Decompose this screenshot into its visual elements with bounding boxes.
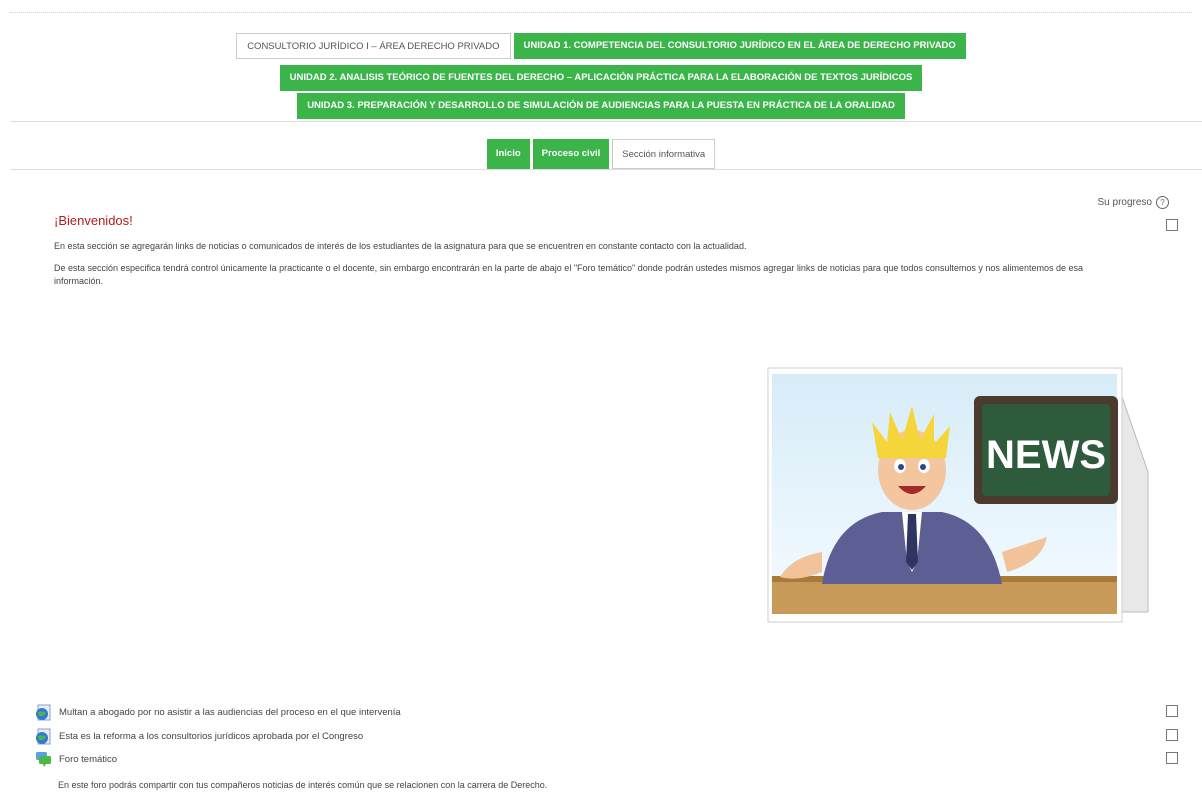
activity-news-1[interactable]: Multan a abogado por no asistir a las au… (35, 704, 401, 721)
tab-proceso-civil[interactable]: Proceso civil (532, 139, 610, 169)
activity-completion-checkbox[interactable] (1166, 705, 1178, 717)
forum-icon (36, 752, 51, 767)
tab-unidad-2[interactable]: UNIDAD 2. ANALISIS TEÓRICO DE FUENTES DE… (279, 65, 923, 91)
course-tabs-row-3: UNIDAD 3. PREPARACIÓN Y DESARROLLO DE SI… (0, 93, 1202, 119)
activity-label[interactable]: Esta es la reforma a los consultorios ju… (59, 731, 363, 742)
tabs-divider (10, 121, 1202, 122)
tab-inicio[interactable]: Inicio (486, 139, 530, 169)
news-screen-text: NEWS (986, 433, 1106, 477)
section-tabs: Inicio Proceso civil Sección informativa (0, 139, 1202, 169)
section-divider (10, 169, 1202, 170)
forum-description: En este foro podrás compartir con tus co… (58, 780, 548, 790)
tab-seccion-informativa[interactable]: Sección informativa (612, 139, 716, 169)
section-title: ¡Bienvenidos! (54, 213, 133, 228)
news-anchor-image: NEWS (767, 367, 1149, 623)
url-resource-icon (36, 704, 51, 721)
course-tabs-row-2: UNIDAD 2. ANALISIS TEÓRICO DE FUENTES DE… (0, 65, 1202, 91)
activity-forum[interactable]: Foro temático (35, 751, 117, 768)
url-resource-icon (36, 728, 51, 745)
section-paragraph-2: De esta sección especifica tendrá contro… (54, 263, 1083, 286)
activity-label[interactable]: Foro temático (59, 754, 117, 765)
tab-unidad-3[interactable]: UNIDAD 3. PREPARACIÓN Y DESARROLLO DE SI… (297, 93, 905, 119)
question-circle-icon[interactable]: ? (1156, 196, 1169, 209)
activity-completion-checkbox[interactable] (1166, 729, 1178, 741)
top-divider (10, 12, 1192, 13)
tab-consultorio-juridico[interactable]: CONSULTORIO JURÍDICO I – ÁREA DERECHO PR… (236, 33, 511, 59)
section-completion-checkbox[interactable] (1166, 219, 1178, 231)
section-paragraph-1: En esta sección se agregarán links de no… (54, 241, 747, 251)
activity-completion-checkbox[interactable] (1166, 752, 1178, 764)
tab-unidad-1[interactable]: UNIDAD 1. COMPETENCIA DEL CONSULTORIO JU… (513, 33, 966, 59)
progress-label: Su progreso (1097, 197, 1152, 208)
course-tabs-row-1: CONSULTORIO JURÍDICO I – ÁREA DERECHO PR… (0, 33, 1202, 59)
activity-news-2[interactable]: Esta es la reforma a los consultorios ju… (35, 728, 363, 745)
activity-label[interactable]: Multan a abogado por no asistir a las au… (59, 707, 401, 718)
